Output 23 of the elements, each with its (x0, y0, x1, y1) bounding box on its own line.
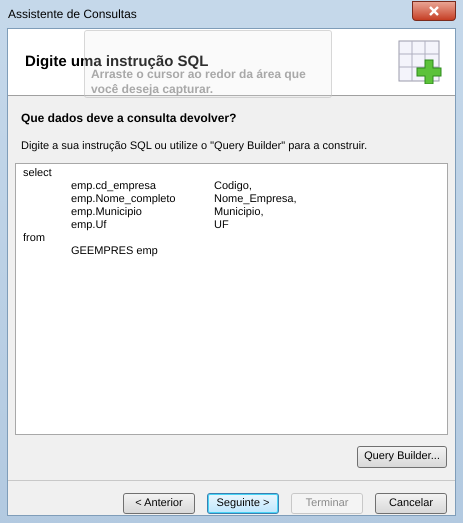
sql-editor[interactable]: select emp.cd_empresa Codigo, emp.Nome_completo Nome_Empresa, emp.Municipio Municipio, emp.Uf UF from GEEMPRES emp (15, 162, 448, 434)
sql-alias: Municipio, (214, 206, 264, 218)
table-add-icon (398, 40, 442, 84)
close-icon (429, 6, 439, 16)
wizard-button[interactable]: < Anterior (123, 492, 195, 514)
sql-alias: Nome_Empresa, (214, 192, 297, 206)
query-builder-button[interactable]: Query Builder... (357, 446, 447, 468)
wizard-button[interactable]: Cancelar (375, 492, 447, 514)
wizard-button[interactable]: Seguinte > (207, 492, 279, 514)
instruction-text: Digite a sua instrução SQL ou utilize o "Query Builder" para a construir. (21, 139, 368, 154)
sql-keyword: select (23, 166, 52, 180)
sql-alias: Codigo, (214, 180, 252, 192)
window-title: Assistente de Consultas (7, 6, 137, 23)
question-heading: Que dados deve a consulta devolver? (21, 110, 238, 127)
header-title: Digite uma instrução SQL (25, 52, 208, 70)
sql-table: GEEMPRES emp (71, 244, 158, 258)
sql-column: emp.cd_empresa (71, 180, 156, 192)
sql-column: emp.Uf (71, 218, 106, 232)
sql-keyword: from (23, 232, 45, 244)
close-button[interactable] (412, 1, 456, 21)
sql-alias: UF (214, 218, 229, 232)
sql-column: emp.Municipio (71, 206, 142, 218)
sql-column: emp.Nome_completo (71, 192, 176, 206)
